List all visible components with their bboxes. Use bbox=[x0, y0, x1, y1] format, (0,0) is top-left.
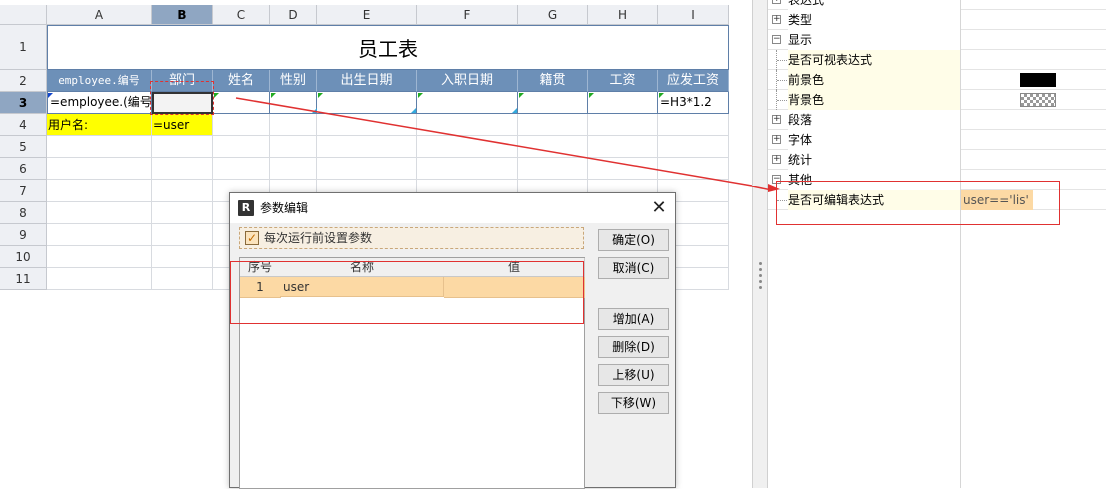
expand-icon[interactable]: + bbox=[772, 155, 781, 164]
splitter-grip-dot bbox=[759, 286, 762, 289]
prop-label: 统计 bbox=[788, 150, 961, 170]
prop-group-paragraph[interactable]: + 段落 bbox=[768, 110, 1106, 130]
prop-foreground-color[interactable]: 前景色 bbox=[768, 70, 1106, 90]
collapse-icon[interactable]: − bbox=[772, 35, 781, 44]
expand-icon[interactable]: + bbox=[772, 0, 781, 4]
prop-value bbox=[961, 30, 1106, 50]
tree-line bbox=[777, 60, 787, 62]
prop-label: 前景色 bbox=[788, 70, 961, 90]
annotation-box-parameter bbox=[230, 261, 584, 324]
prop-group-statistics[interactable]: + 统计 bbox=[768, 150, 1106, 170]
move-down-button[interactable]: 下移(W) bbox=[598, 392, 669, 414]
tree-line bbox=[777, 80, 787, 82]
close-icon[interactable]: ✕ bbox=[648, 196, 670, 220]
run-setting-checkbox[interactable]: ✓ bbox=[245, 231, 259, 245]
splitter-grip-dot bbox=[759, 280, 762, 283]
expand-icon[interactable]: + bbox=[772, 115, 781, 124]
prop-value bbox=[961, 110, 1106, 130]
tree-line bbox=[777, 100, 787, 102]
annotation-arrow-line bbox=[235, 97, 752, 187]
prop-value[interactable] bbox=[961, 70, 1106, 90]
background-color-swatch[interactable] bbox=[1020, 93, 1056, 107]
prop-value[interactable] bbox=[961, 50, 1106, 70]
splitter-grip-dot bbox=[759, 274, 762, 277]
property-panel[interactable]: + 表达式 + 类型 − 显示 是否可视表达式 前景色 背景色 + 段落 + bbox=[752, 0, 1106, 488]
prop-value bbox=[961, 130, 1106, 150]
prop-label: 背景色 bbox=[788, 90, 961, 110]
run-setting-bar[interactable]: ✓ 每次运行前设置参数 bbox=[239, 227, 584, 249]
app-logo-icon: R bbox=[238, 200, 254, 216]
prop-label: 类型 bbox=[788, 10, 961, 30]
prop-visible-expression[interactable]: 是否可视表达式 bbox=[768, 50, 1106, 70]
prop-group-font[interactable]: + 字体 bbox=[768, 130, 1106, 150]
prop-label: 显示 bbox=[788, 30, 961, 50]
move-up-button[interactable]: 上移(U) bbox=[598, 364, 669, 386]
prop-label: 字体 bbox=[788, 130, 961, 150]
ok-button[interactable]: 确定(O) bbox=[598, 229, 669, 251]
splitter-grip-dot bbox=[759, 268, 762, 271]
expand-icon[interactable]: + bbox=[772, 15, 781, 24]
prop-background-color[interactable]: 背景色 bbox=[768, 90, 1106, 110]
prop-value[interactable] bbox=[961, 90, 1106, 110]
prop-label: 段落 bbox=[788, 110, 961, 130]
dialog-title: 参数编辑 bbox=[260, 201, 309, 215]
annotation-arrow-tail bbox=[752, 186, 773, 191]
prop-label: 表达式 bbox=[788, 0, 961, 10]
expand-icon[interactable]: + bbox=[772, 135, 781, 144]
delete-button[interactable]: 删除(D) bbox=[598, 336, 669, 358]
splitter-grip-dot bbox=[759, 262, 762, 265]
prop-label: 是否可视表达式 bbox=[788, 50, 961, 70]
dialog-title-bar[interactable]: R 参数编辑 ✕ bbox=[230, 193, 675, 223]
prop-group-type[interactable]: + 类型 bbox=[768, 10, 1106, 30]
run-setting-label: 每次运行前设置参数 bbox=[264, 231, 373, 245]
prop-group-expression[interactable]: + 表达式 bbox=[768, 0, 1106, 10]
prop-value bbox=[961, 10, 1106, 30]
prop-column-divider bbox=[960, 210, 961, 488]
parameter-edit-dialog[interactable]: R 参数编辑 ✕ ✓ 每次运行前设置参数 序号 名称 值 1 user 确定(O… bbox=[229, 192, 676, 489]
prop-value bbox=[961, 150, 1106, 170]
foreground-color-swatch[interactable] bbox=[1020, 73, 1056, 87]
panel-splitter[interactable] bbox=[752, 0, 768, 488]
prop-group-display[interactable]: − 显示 bbox=[768, 30, 1106, 50]
add-button[interactable]: 增加(A) bbox=[598, 308, 669, 330]
cancel-button[interactable]: 取消(C) bbox=[598, 257, 669, 279]
prop-value bbox=[961, 0, 1106, 10]
annotation-box-editable-expression bbox=[776, 181, 1060, 225]
